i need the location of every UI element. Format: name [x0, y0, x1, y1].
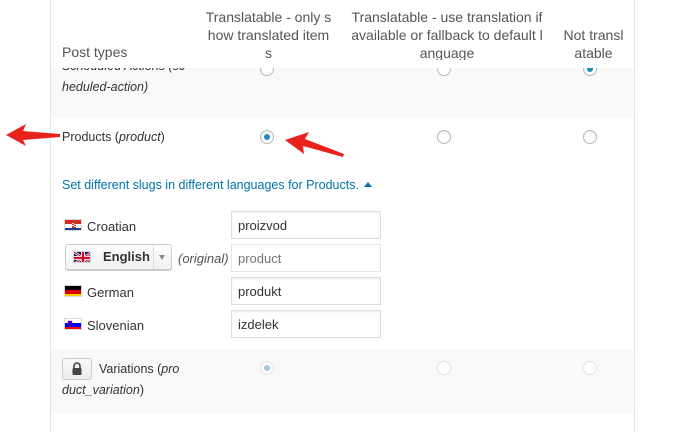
- header-translatable-only: Translatable - only s how translated ite…: [205, 9, 332, 61]
- slug-input-croatian[interactable]: [231, 211, 381, 239]
- lang-label-german: German: [87, 285, 134, 300]
- lang-label-slovenian: Slovenian: [87, 318, 145, 333]
- lang-label-croatian: Croatian: [87, 219, 137, 234]
- variations-radio-translatable-only: [260, 361, 274, 375]
- chevron-down-icon: [153, 245, 171, 269]
- products-radio-translatable-only[interactable]: [260, 130, 274, 144]
- caret-up-icon: [363, 182, 372, 187]
- variations-slug-continued: duct_variation): [62, 383, 144, 397]
- flag-si-icon: [64, 318, 82, 330]
- slug-input-english: [231, 244, 381, 272]
- products-radio-translatable-fallback[interactable]: [437, 130, 451, 144]
- products-label: Products (product): [62, 130, 165, 144]
- variations-label: Variations (pro: [99, 362, 180, 376]
- slug-input-slovenian[interactable]: [231, 310, 381, 338]
- lock-button[interactable]: [62, 358, 92, 380]
- variations-radio-not-translatable: [583, 361, 597, 375]
- red-arrow-icon: [6, 124, 60, 146]
- flag-hr-icon: [64, 219, 82, 231]
- original-label: (original): [178, 251, 229, 266]
- slug-input-german[interactable]: [231, 277, 381, 305]
- english-label: English: [103, 249, 150, 264]
- scroll-mask: [51, 60, 634, 68]
- flag-gb-icon: [73, 251, 91, 263]
- products-radio-not-translatable[interactable]: [583, 130, 597, 144]
- original-language-select[interactable]: English: [65, 244, 172, 270]
- flag-de-icon: [64, 285, 82, 297]
- header-translatable-fallback: Translatable - use translation if availa…: [351, 9, 543, 61]
- toggle-slugs-link[interactable]: Set different slugs in different languag…: [62, 176, 372, 194]
- red-arrow-icon: [285, 132, 344, 157]
- header-post-types: Post types: [62, 44, 128, 60]
- variations-radio-translatable-fallback: [437, 361, 451, 375]
- header-not-translatable: Not transl atable: [563, 27, 624, 61]
- lock-icon: [72, 362, 82, 375]
- post-types-table: Post types Translatable - only s how tra…: [50, 0, 635, 432]
